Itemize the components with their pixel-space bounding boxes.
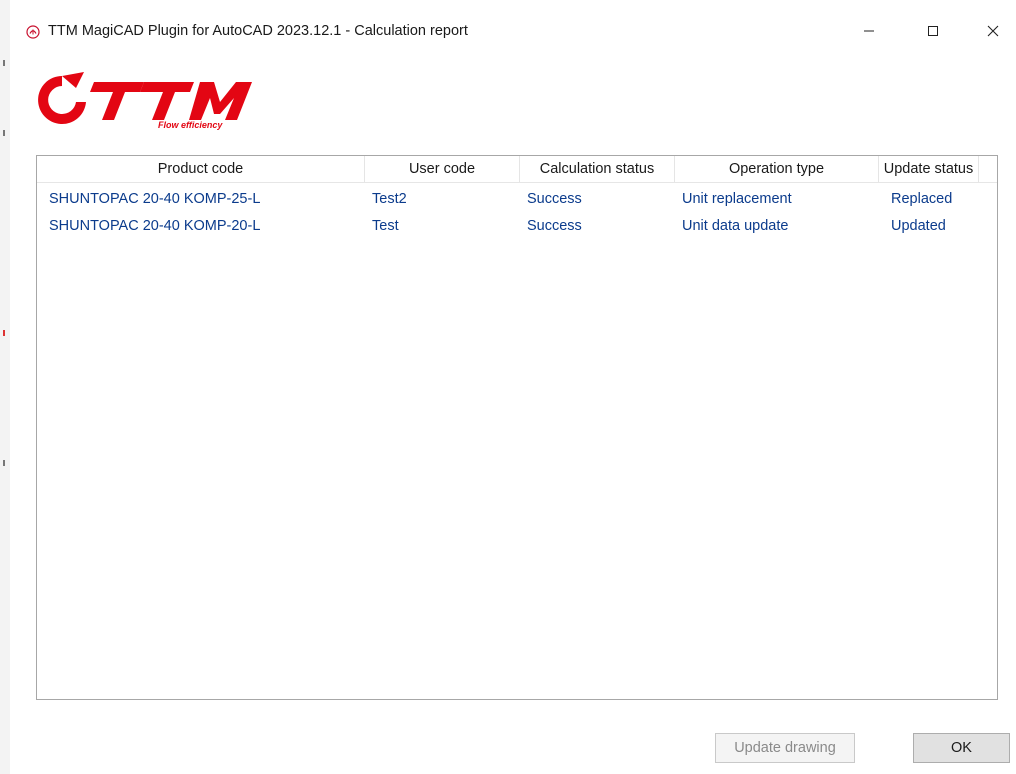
cell-calculation-status: Success xyxy=(527,217,582,234)
cell-operation-type: Unit replacement xyxy=(682,190,792,207)
column-header-operation-type[interactable]: Operation type xyxy=(675,156,879,182)
cell-update-status: Updated xyxy=(891,217,946,234)
update-drawing-button[interactable]: Update drawing xyxy=(715,733,855,763)
table-row[interactable]: SHUNTOPAC 20-40 KOMP-20-L Test Success U… xyxy=(37,212,997,239)
cell-calculation-status: Success xyxy=(527,190,582,207)
column-header-product-code[interactable]: Product code xyxy=(37,156,365,182)
ttm-logo: Flow efficiency xyxy=(38,72,252,130)
column-header-calculation-status[interactable]: Calculation status xyxy=(520,156,675,182)
minimize-icon xyxy=(864,30,874,32)
desktop-edge-mark xyxy=(3,60,5,66)
maximize-icon xyxy=(928,26,938,36)
ok-button[interactable]: OK xyxy=(913,733,1010,763)
maximize-button[interactable] xyxy=(910,14,956,48)
list-header: Product code User code Calculation statu… xyxy=(37,156,997,183)
close-button[interactable] xyxy=(970,14,1016,48)
desktop-edge-mark xyxy=(3,130,5,136)
desktop-edge-mark xyxy=(3,330,5,336)
calculation-report-list[interactable]: Product code User code Calculation statu… xyxy=(36,155,998,700)
calculation-report-window: TTM MagiCAD Plugin for AutoCAD 2023.12.1… xyxy=(10,0,1016,774)
column-header-user-code[interactable]: User code xyxy=(365,156,520,182)
ttm-app-icon xyxy=(26,25,40,39)
column-header-update-status[interactable]: Update status xyxy=(879,156,979,182)
list-rows: SHUNTOPAC 20-40 KOMP-25-L Test2 Success … xyxy=(37,185,997,239)
table-row[interactable]: SHUNTOPAC 20-40 KOMP-25-L Test2 Success … xyxy=(37,185,997,212)
window-title: TTM MagiCAD Plugin for AutoCAD 2023.12.1… xyxy=(48,23,468,39)
cell-update-status: Replaced xyxy=(891,190,953,207)
cell-product-code: SHUNTOPAC 20-40 KOMP-25-L xyxy=(49,190,261,207)
logo-tagline: Flow efficiency xyxy=(158,120,223,130)
close-icon xyxy=(987,25,999,37)
cell-operation-type: Unit data update xyxy=(682,217,789,234)
cell-user-code: Test xyxy=(372,217,399,234)
cell-product-code: SHUNTOPAC 20-40 KOMP-20-L xyxy=(49,217,261,234)
title-bar[interactable]: TTM MagiCAD Plugin for AutoCAD 2023.12.1… xyxy=(10,0,1016,48)
minimize-button[interactable] xyxy=(846,14,892,48)
desktop-edge-mark xyxy=(3,460,5,466)
cell-user-code: Test2 xyxy=(372,190,407,207)
